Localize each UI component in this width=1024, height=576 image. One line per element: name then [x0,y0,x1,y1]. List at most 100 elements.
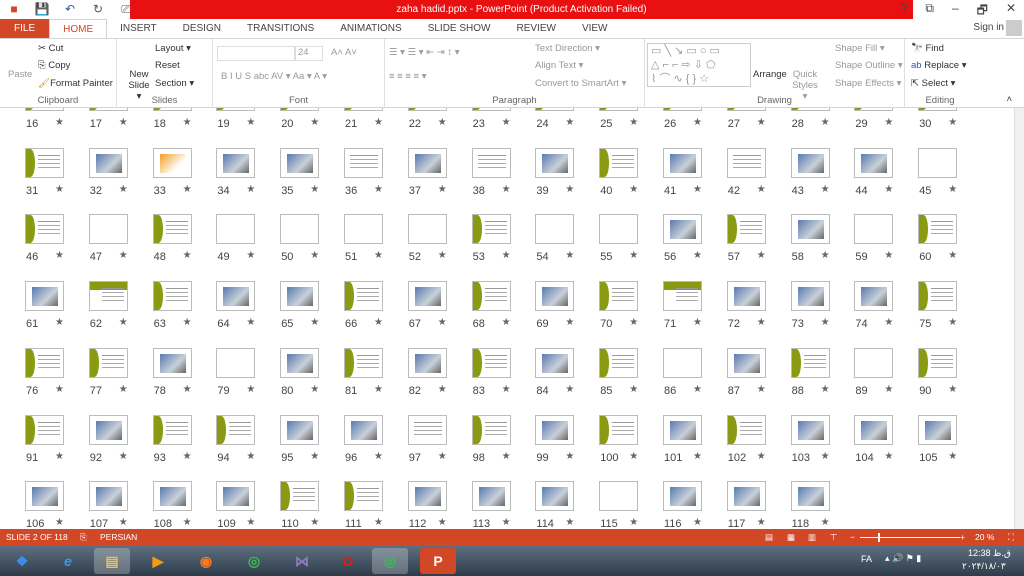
slide-preview[interactable] [726,481,766,512]
transition-star-icon[interactable]: ★ [310,517,319,528]
transition-star-icon[interactable]: ★ [757,117,766,128]
slide-preview[interactable] [918,414,958,445]
slide-preview[interactable] [280,108,320,111]
slide-thumbnail-96[interactable]: 96 ★ [344,414,404,475]
slide-thumbnail-108[interactable]: 108 ★ [152,481,213,529]
transition-star-icon[interactable]: ★ [821,184,830,195]
slide-preview[interactable] [216,108,256,111]
transition-star-icon[interactable]: ★ [565,517,574,528]
spellcheck-icon[interactable]: ⎘ [80,529,87,546]
transition-star-icon[interactable]: ★ [438,184,447,195]
slide-preview[interactable] [790,347,830,378]
slide-thumbnail-79[interactable]: 79 ★ [216,347,276,408]
font-format-buttons[interactable]: B I U S abc AV ▾ Aa ▾ A ▾ [221,71,327,82]
reading-view-icon[interactable]: ▥ [808,529,816,546]
tab-review[interactable]: REVIEW [503,19,568,38]
zoom-out-button[interactable]: − [850,529,855,546]
slide-preview[interactable] [88,281,128,312]
slide-thumbnail-19[interactable]: 19 ★ [216,108,276,141]
slide-preview[interactable] [663,481,702,512]
slide-preview[interactable] [854,414,894,445]
clock-time[interactable]: 12:38 ق.ظ [968,548,1011,559]
slide-preview[interactable] [216,281,256,312]
slide-thumbnail-18[interactable]: 18 ★ [152,108,213,141]
transition-star-icon[interactable]: ★ [821,384,830,395]
slide-preview[interactable] [280,481,320,512]
transition-star-icon[interactable]: ★ [884,451,893,462]
transition-star-icon[interactable]: ★ [629,451,638,462]
slide-thumbnail-89[interactable]: 89 ★ [854,347,914,408]
transition-star-icon[interactable]: ★ [246,317,255,328]
slide-thumbnail-74[interactable]: 74 ★ [854,281,914,341]
slide-preview[interactable] [407,147,447,178]
transition-star-icon[interactable]: ★ [310,451,319,462]
slide-preview[interactable] [407,481,447,512]
transition-star-icon[interactable]: ★ [183,184,192,195]
align-text-button[interactable]: Align Text ▾ [535,60,583,71]
slide-thumbnail-86[interactable]: 86 ★ [663,347,723,408]
slide-preview[interactable] [726,414,766,445]
transition-star-icon[interactable]: ★ [438,317,447,328]
slide-thumbnail-51[interactable]: 51 ★ [344,214,404,274]
slide-thumbnail-84[interactable]: 84 ★ [535,347,595,408]
slide-preview[interactable] [88,347,128,378]
transition-star-icon[interactable]: ★ [948,117,957,128]
slide-thumbnail-40[interactable]: 40 ★ [599,147,659,208]
slide-preview[interactable] [790,214,830,245]
slide-preview[interactable] [854,108,894,111]
transition-star-icon[interactable]: ★ [438,517,447,528]
slide-thumbnail-81[interactable]: 81 ★ [344,347,404,408]
slide-thumbnail-22[interactable]: 22 ★ [407,108,468,141]
slide-thumbnail-44[interactable]: 44 ★ [854,147,914,208]
slide-thumbnail-21[interactable]: 21 ★ [344,108,404,141]
cut-button[interactable]: ✂ Cut [38,43,63,54]
transition-star-icon[interactable]: ★ [310,384,319,395]
slide-preview[interactable] [152,108,192,111]
tab-home[interactable]: HOME [49,19,108,38]
transition-star-icon[interactable]: ★ [565,117,574,128]
slide-preview[interactable] [25,414,64,445]
slide-thumbnail-55[interactable]: 55 ★ [599,214,659,274]
slide-thumbnail-34[interactable]: 34 ★ [216,147,276,208]
transition-star-icon[interactable]: ★ [55,384,64,395]
slide-thumbnail-32[interactable]: 32 ★ [88,147,149,208]
transition-star-icon[interactable]: ★ [948,317,957,328]
transition-star-icon[interactable]: ★ [246,451,255,462]
slide-preview[interactable] [535,481,575,512]
tab-file[interactable]: FILE [0,19,50,38]
transition-star-icon[interactable]: ★ [821,451,830,462]
slide-preview[interactable] [344,147,383,178]
grow-shrink-font-buttons[interactable]: A˄ A˅ [331,47,357,58]
transition-star-icon[interactable]: ★ [119,117,128,128]
transition-star-icon[interactable]: ★ [55,451,64,462]
transition-star-icon[interactable]: ★ [884,384,893,395]
transition-star-icon[interactable]: ★ [884,250,893,261]
powerpoint-taskbar-icon[interactable]: P [420,548,456,574]
transition-star-icon[interactable]: ★ [693,451,702,462]
slide-preview[interactable] [280,281,320,312]
format-painter-button[interactable]: 🖌Format Painter [38,78,113,89]
transition-star-icon[interactable]: ★ [884,317,893,328]
slide-thumbnail-64[interactable]: 64 ★ [216,281,276,341]
slide-preview[interactable] [88,147,128,178]
transition-star-icon[interactable]: ★ [884,184,893,195]
slide-preview[interactable] [535,281,575,312]
slide-thumbnail-72[interactable]: 72 ★ [726,281,787,341]
transition-star-icon[interactable]: ★ [374,184,383,195]
slide-preview[interactable] [471,347,511,378]
transition-star-icon[interactable]: ★ [757,517,766,528]
slide-thumbnail-99[interactable]: 99 ★ [535,414,595,475]
slide-preview[interactable] [663,414,702,445]
slide-thumbnail-98[interactable]: 98 ★ [471,414,532,475]
font-name-input[interactable] [217,46,295,61]
slide-preview[interactable] [918,281,958,312]
transition-star-icon[interactable]: ★ [629,184,638,195]
clock-date[interactable]: ۲۰۲۴/۱۸/۰۳ [962,561,1006,572]
slide-preview[interactable] [790,281,830,312]
transition-star-icon[interactable]: ★ [502,250,511,261]
transition-star-icon[interactable]: ★ [948,451,957,462]
slide-thumbnail-104[interactable]: 104 ★ [854,414,914,475]
slide-thumbnail-28[interactable]: 28 ★ [790,108,851,141]
transition-star-icon[interactable]: ★ [693,317,702,328]
transition-star-icon[interactable]: ★ [246,117,255,128]
